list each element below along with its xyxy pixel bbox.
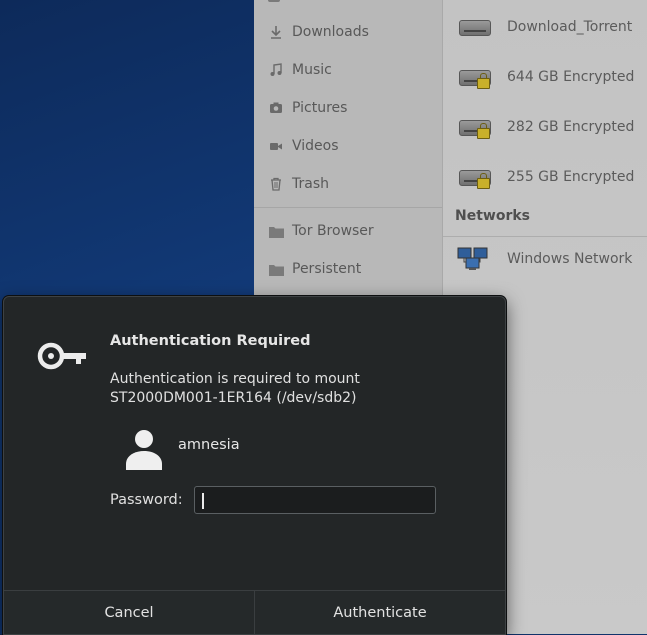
sidebar-item-label: Pictures (292, 100, 348, 116)
download-icon (268, 24, 284, 40)
networks-divider (443, 236, 647, 237)
dialog-title: Authentication Required (110, 333, 311, 349)
sidebar-divider (254, 207, 442, 208)
camera-icon (268, 100, 284, 116)
encrypted-drive-icon (457, 114, 491, 140)
device-item[interactable]: Download_Torrent (457, 12, 632, 42)
device-label: Download_Torrent (507, 19, 633, 35)
folder-icon (268, 261, 284, 277)
drive-icon (457, 14, 491, 40)
device-label: 644 GB Encrypted (507, 69, 635, 85)
dialog-button-bar: Cancel Authenticate (4, 590, 505, 634)
authentication-dialog: Authentication Required Authentication i… (3, 296, 506, 635)
sidebar-item-label: Music (292, 62, 332, 78)
device-item[interactable]: 644 GB Encrypted (457, 62, 634, 92)
sidebar-partial-item (268, 0, 280, 2)
dialog-message-line-1: Authentication is required to mount (110, 371, 360, 387)
sidebar-item-videos[interactable]: Videos (268, 134, 339, 158)
music-note-icon (268, 62, 284, 78)
text-cursor (202, 493, 204, 509)
sidebar-item-music[interactable]: Music (268, 58, 332, 82)
authenticate-button[interactable]: Authenticate (254, 591, 505, 634)
trash-icon (268, 176, 284, 192)
sidebar-item-label: Trash (292, 176, 329, 192)
user-avatar-icon (126, 430, 162, 470)
username: amnesia (178, 437, 240, 453)
sidebar-item-label: Videos (292, 138, 339, 154)
encrypted-drive-icon (457, 64, 491, 90)
password-field[interactable] (194, 486, 436, 514)
cancel-button[interactable]: Cancel (4, 591, 254, 634)
encrypted-drive-icon (457, 164, 491, 190)
network-computers-icon (457, 246, 491, 272)
sidebar-item-label: Downloads (292, 24, 369, 40)
sidebar-item-tor-browser[interactable]: Tor Browser (268, 219, 374, 243)
sidebar-item-label: Tor Browser (292, 223, 374, 239)
sidebar-item-persistent[interactable]: Persistent (268, 257, 361, 281)
network-label: Windows Network (507, 251, 633, 267)
device-label: 282 GB Encrypted (507, 119, 635, 135)
device-item[interactable]: 255 GB Encrypted (457, 162, 634, 192)
dialog-message: Authentication is required to mount ST20… (110, 370, 360, 408)
sidebar-item-trash[interactable]: Trash (268, 172, 329, 196)
sidebar-item-pictures[interactable]: Pictures (268, 96, 347, 120)
folder-icon (268, 223, 284, 239)
device-item[interactable]: 282 GB Encrypted (457, 112, 634, 142)
network-item-windows[interactable]: Windows Network (457, 244, 632, 274)
dialog-message-line-2: ST2000DM001-1ER164 (/dev/sdb2) (110, 390, 357, 406)
password-label: Password: (110, 492, 183, 508)
device-label: 255 GB Encrypted (507, 169, 635, 185)
sidebar-item-label: Persistent (292, 261, 362, 277)
sidebar-item-downloads[interactable]: Downloads (268, 20, 369, 44)
networks-heading: Networks (455, 208, 531, 224)
video-icon (268, 138, 284, 154)
key-icon (37, 342, 86, 370)
